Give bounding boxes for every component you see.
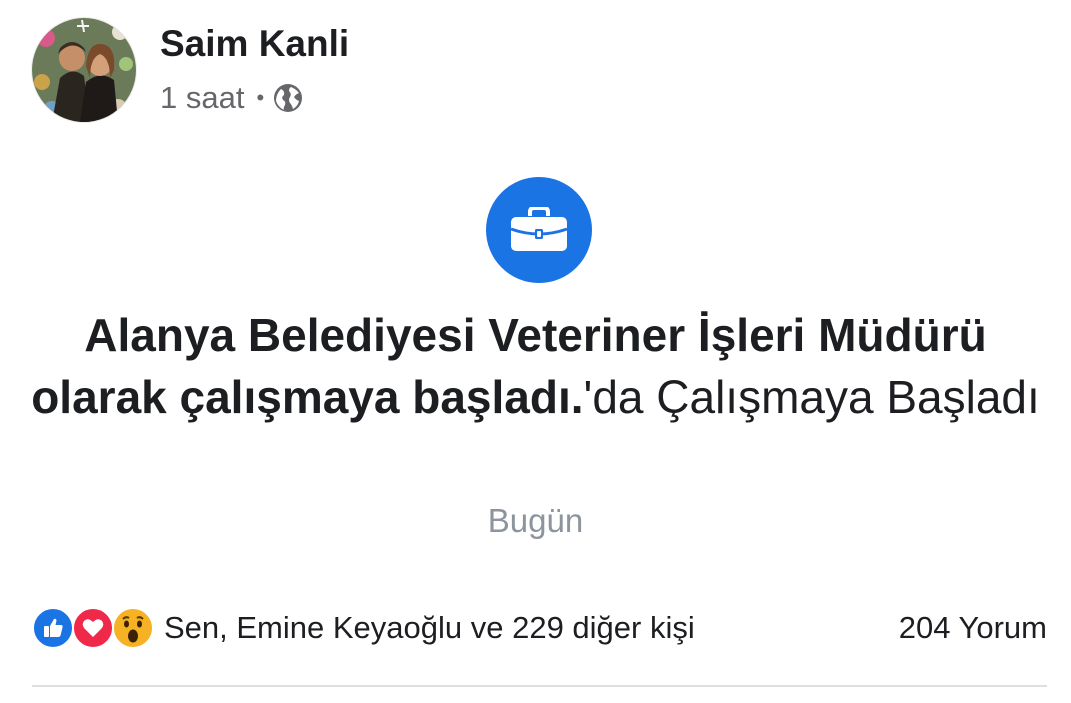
profile-photo	[32, 18, 136, 122]
meta-separator: •	[256, 85, 265, 110]
comment-count[interactable]: 204 Yorum	[899, 610, 1047, 646]
reaction-icons	[32, 607, 154, 649]
post-meta: 1 saat •	[160, 78, 349, 118]
love-icon	[72, 607, 114, 649]
avatar[interactable]	[32, 18, 136, 122]
reactions-bar: Sen, Emine Keyaoğlu ve 229 diğer kişi 20…	[32, 606, 1047, 650]
feed-post: Saim Kanli 1 saat • Alanya Belediyesi Ve…	[0, 0, 1071, 703]
life-event-icon	[486, 177, 592, 283]
wow-icon	[112, 607, 154, 649]
divider	[32, 685, 1047, 687]
post-header: Saim Kanli 1 saat •	[32, 18, 349, 122]
briefcase-icon	[510, 207, 568, 251]
like-icon	[32, 607, 74, 649]
author-name[interactable]: Saim Kanli	[160, 22, 349, 66]
life-event-date: Bugün	[487, 502, 584, 539]
life-event-title-line2: olarak çalışmaya başladı.	[31, 371, 584, 423]
life-event-title-line1: Alanya Belediyesi Veteriner İşleri Müdür…	[84, 309, 987, 361]
reaction-names[interactable]: Sen, Emine Keyaoğlu ve 229 diğer kişi	[164, 610, 695, 646]
life-event-title: Alanya Belediyesi Veteriner İşleri Müdür…	[20, 304, 1051, 428]
life-event-title-suffix: 'da Çalışmaya Başladı	[583, 371, 1040, 423]
author-block: Saim Kanli 1 saat •	[160, 22, 349, 118]
reaction-summary[interactable]: Sen, Emine Keyaoğlu ve 229 diğer kişi	[32, 607, 695, 649]
post-time[interactable]: 1 saat	[160, 78, 244, 118]
globe-icon[interactable]	[272, 82, 304, 114]
